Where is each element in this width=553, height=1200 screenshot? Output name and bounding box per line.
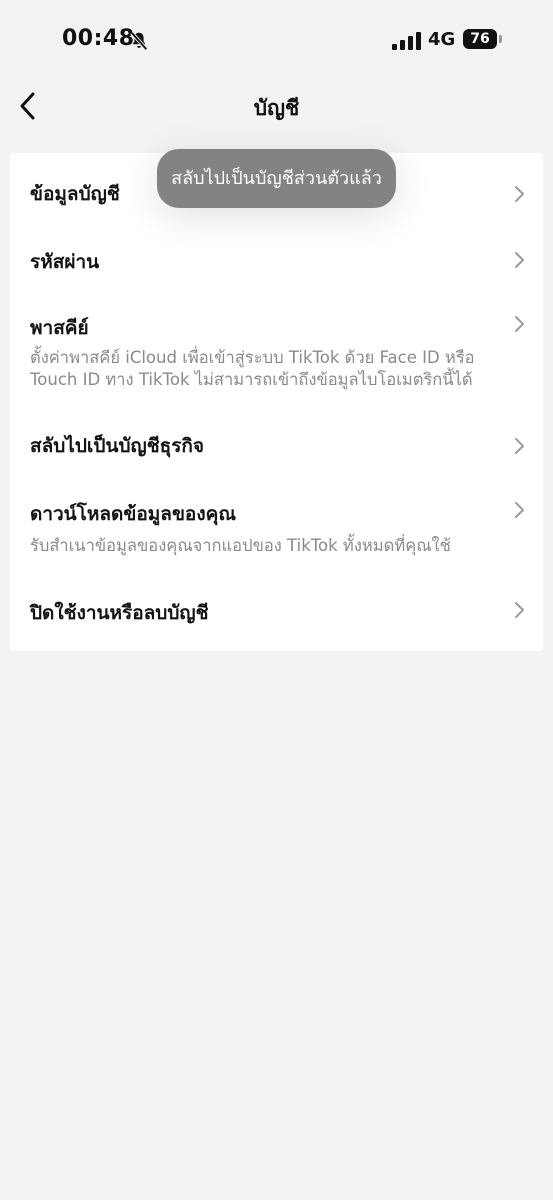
- signal-icon: [392, 32, 421, 50]
- chevron-right-icon: [515, 502, 524, 518]
- network-label: 4G: [428, 29, 456, 50]
- settings-card: ข้อมูลบัญชี รหัสผ่าน พาสคีย์ ตั้งค่าพาสค…: [10, 153, 543, 651]
- row-title: พาสคีย์: [30, 317, 89, 339]
- battery-level: 76: [463, 29, 497, 49]
- row-title: สลับไปเป็นบัญชีธุรกิจ: [30, 435, 205, 457]
- settings-row-password[interactable]: รหัสผ่าน: [10, 227, 543, 293]
- row-description: ตั้งค่าพาสคีย์ iCloud เพื่อเข้าสู่ระบบ T…: [30, 348, 475, 389]
- status-bar: 00:48 4G 76: [0, 0, 553, 80]
- row-title: ข้อมูลบัญชี: [30, 183, 120, 205]
- nav-bar: บัญชี: [0, 80, 553, 132]
- battery-icon: 76: [463, 29, 503, 51]
- row-title: ปิดใช้งานหรือลบบัญชี: [30, 602, 209, 624]
- row-description: รับสำเนาข้อมูลของคุณจากแอปของ TikTok ทั้…: [30, 536, 451, 555]
- row-title: ดาวน์โหลดข้อมูลของคุณ: [30, 503, 236, 525]
- chevron-right-icon: [515, 316, 524, 332]
- chevron-right-icon: [515, 252, 524, 268]
- row-title: รหัสผ่าน: [30, 251, 100, 273]
- page-title: บัญชี: [253, 96, 300, 120]
- settings-row-download-data[interactable]: ดาวน์โหลดข้อมูลของคุณ รับสำเนาข้อมูลของค…: [10, 483, 543, 581]
- chevron-right-icon: [515, 438, 524, 454]
- chevron-right-icon: [515, 602, 524, 618]
- chevron-right-icon: [515, 186, 524, 202]
- toast-message: สลับไปเป็นบัญชีส่วนตัวแล้ว: [157, 149, 396, 208]
- status-time: 00:48: [62, 26, 135, 51]
- bell-slash-icon: [130, 31, 148, 51]
- settings-row-passkey[interactable]: พาสคีย์ ตั้งค่าพาสคีย์ iCloud เพื่อเข้าส…: [10, 293, 543, 415]
- battery-tip: [499, 35, 502, 43]
- settings-row-switch-business[interactable]: สลับไปเป็นบัญชีธุรกิจ: [10, 415, 543, 483]
- settings-row-deactivate-delete[interactable]: ปิดใช้งานหรือลบบัญชี: [10, 581, 543, 651]
